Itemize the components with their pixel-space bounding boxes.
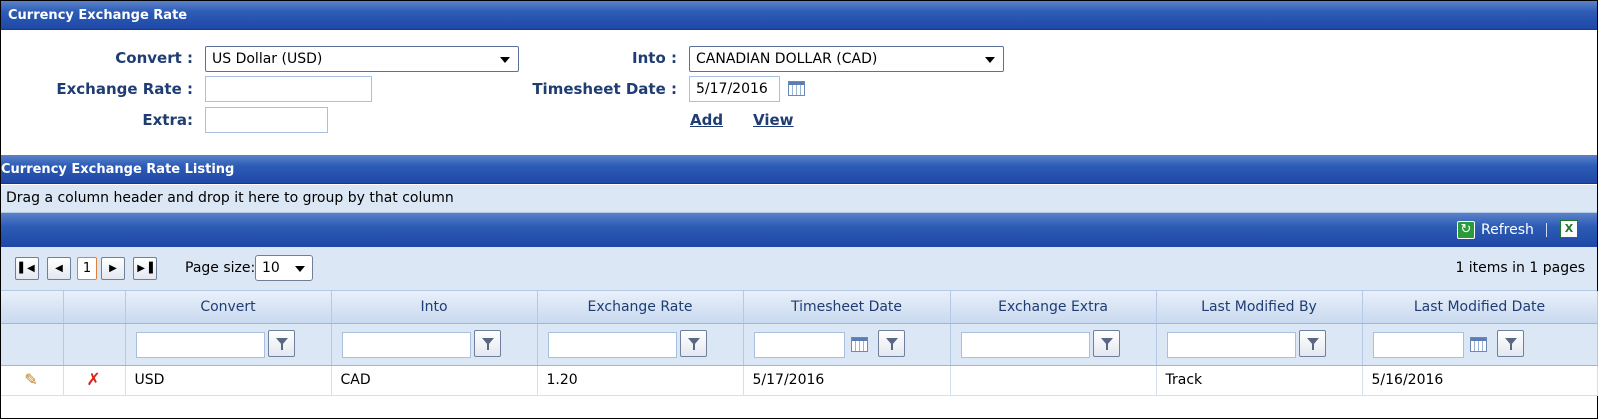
timesheet-date-label: Timesheet Date : xyxy=(532,80,677,98)
filter-funnel-icon[interactable] xyxy=(473,329,501,357)
filter-cell-last-modified-by xyxy=(1156,323,1363,366)
cell-last-modified-date: 5/16/2016 xyxy=(1362,365,1598,396)
into-selected-value: CANADIAN DOLLAR (CAD) xyxy=(696,51,878,67)
group-hint-text: Drag a column header and drop it here to… xyxy=(6,190,454,206)
refresh-button[interactable]: ↻ Refresh xyxy=(1457,220,1534,240)
table-row: ✎ ✗ USD CAD 1.20 5/17/2016 Track 5/16/20… xyxy=(1,365,1598,396)
page-size-select[interactable]: 10 xyxy=(255,255,313,281)
delete-cell: ✗ xyxy=(63,365,126,396)
extra-input[interactable] xyxy=(205,107,328,133)
filter-row xyxy=(1,323,1598,366)
add-link[interactable]: Add xyxy=(690,111,723,129)
column-header-last-modified-date[interactable]: Last Modified Date xyxy=(1362,291,1598,324)
filter-input-timesheet-date[interactable] xyxy=(753,331,845,358)
chevron-down-icon xyxy=(500,57,510,63)
last-page-icon[interactable]: ▶▐ xyxy=(133,257,157,280)
excel-export-icon[interactable]: X xyxy=(1560,220,1578,238)
into-select[interactable]: CANADIAN DOLLAR (CAD) xyxy=(689,46,1004,72)
cell-into: CAD xyxy=(331,365,538,396)
current-page-button[interactable]: 1 xyxy=(77,257,97,280)
filter-cell-exchange-rate xyxy=(537,323,744,366)
convert-label: Convert : xyxy=(115,49,193,67)
edit-pencil-icon[interactable]: ✎ xyxy=(22,371,40,389)
filter-cell-exchange-extra xyxy=(950,323,1157,366)
column-header-into[interactable]: Into xyxy=(331,291,538,324)
filter-funnel-icon[interactable] xyxy=(1298,329,1326,357)
previous-page-icon[interactable]: ◀ xyxy=(47,257,71,280)
filter-cell-timesheet-date xyxy=(743,323,951,366)
toolbar-divider xyxy=(1546,223,1547,237)
calendar-icon[interactable] xyxy=(850,336,868,352)
next-page-icon[interactable]: ▶ xyxy=(101,257,125,280)
column-header-edit xyxy=(1,291,64,324)
filter-input-last-modified-date[interactable] xyxy=(1372,331,1464,358)
filter-funnel-icon[interactable] xyxy=(877,329,905,357)
column-header-last-modified-by[interactable]: Last Modified By xyxy=(1156,291,1363,324)
pager-bar: ▌◀ ◀ 1 ▶ ▶▐ Page size: 10 1 items in 1 p… xyxy=(1,247,1597,291)
filter-input-exchange-extra[interactable] xyxy=(960,331,1090,358)
refresh-icon: ↻ xyxy=(1457,221,1475,239)
form-section-header: Currency Exchange Rate xyxy=(1,1,1597,30)
filter-funnel-icon[interactable] xyxy=(679,329,707,357)
column-header-exchange-extra[interactable]: Exchange Extra xyxy=(950,291,1157,324)
filter-cell-convert xyxy=(125,323,332,366)
filter-cell-into xyxy=(331,323,538,366)
chevron-down-icon xyxy=(985,57,995,63)
calendar-icon[interactable] xyxy=(788,81,805,96)
timesheet-date-input[interactable]: 5/17/2016 xyxy=(689,76,780,102)
delete-x-icon[interactable]: ✗ xyxy=(85,371,103,389)
convert-selected-value: US Dollar (USD) xyxy=(212,51,323,67)
convert-select[interactable]: US Dollar (USD) xyxy=(205,46,519,72)
column-header-timesheet-date[interactable]: Timesheet Date xyxy=(743,291,951,324)
page-size-label: Page size: xyxy=(185,260,256,276)
listing-section-header: Currency Exchange Rate Listing xyxy=(1,155,1597,184)
filter-input-convert[interactable] xyxy=(135,331,265,358)
filter-cell-empty xyxy=(63,323,126,366)
cell-exchange-rate: 1.20 xyxy=(537,365,744,396)
grid-toolbar: ↻ Refresh X xyxy=(1,213,1597,247)
cell-convert: USD xyxy=(125,365,332,396)
filter-funnel-icon[interactable] xyxy=(1496,329,1524,357)
filter-cell-empty xyxy=(1,323,64,366)
group-by-panel[interactable]: Drag a column header and drop it here to… xyxy=(1,185,1597,213)
into-label: Into : xyxy=(632,49,677,67)
filter-input-exchange-rate[interactable] xyxy=(547,331,677,358)
filter-input-last-modified-by[interactable] xyxy=(1166,331,1296,358)
filter-cell-last-modified-date xyxy=(1362,323,1598,366)
column-header-convert[interactable]: Convert xyxy=(125,291,332,324)
column-header-exchange-rate[interactable]: Exchange Rate xyxy=(537,291,744,324)
filter-input-into[interactable] xyxy=(341,331,471,358)
filter-funnel-icon[interactable] xyxy=(267,329,295,357)
view-link[interactable]: View xyxy=(753,111,794,129)
edit-cell: ✎ xyxy=(1,365,64,396)
calendar-icon[interactable] xyxy=(1469,336,1487,352)
exchange-rate-input[interactable] xyxy=(205,76,372,102)
extra-label: Extra: xyxy=(142,111,193,129)
first-page-icon[interactable]: ▌◀ xyxy=(15,257,39,280)
pager-info: 1 items in 1 pages xyxy=(1455,260,1585,276)
grid-header-row: Convert Into Exchange Rate Timesheet Dat… xyxy=(1,291,1598,324)
page-size-value: 10 xyxy=(262,260,280,276)
exchange-rate-grid: Convert Into Exchange Rate Timesheet Dat… xyxy=(1,291,1598,396)
cell-last-modified-by: Track xyxy=(1156,365,1363,396)
filter-funnel-icon[interactable] xyxy=(1092,329,1120,357)
refresh-label: Refresh xyxy=(1481,222,1534,238)
cell-exchange-extra xyxy=(950,365,1157,396)
cell-timesheet-date: 5/17/2016 xyxy=(743,365,951,396)
chevron-down-icon xyxy=(295,266,305,272)
exchange-rate-label: Exchange Rate : xyxy=(56,80,193,98)
column-header-delete xyxy=(63,291,126,324)
